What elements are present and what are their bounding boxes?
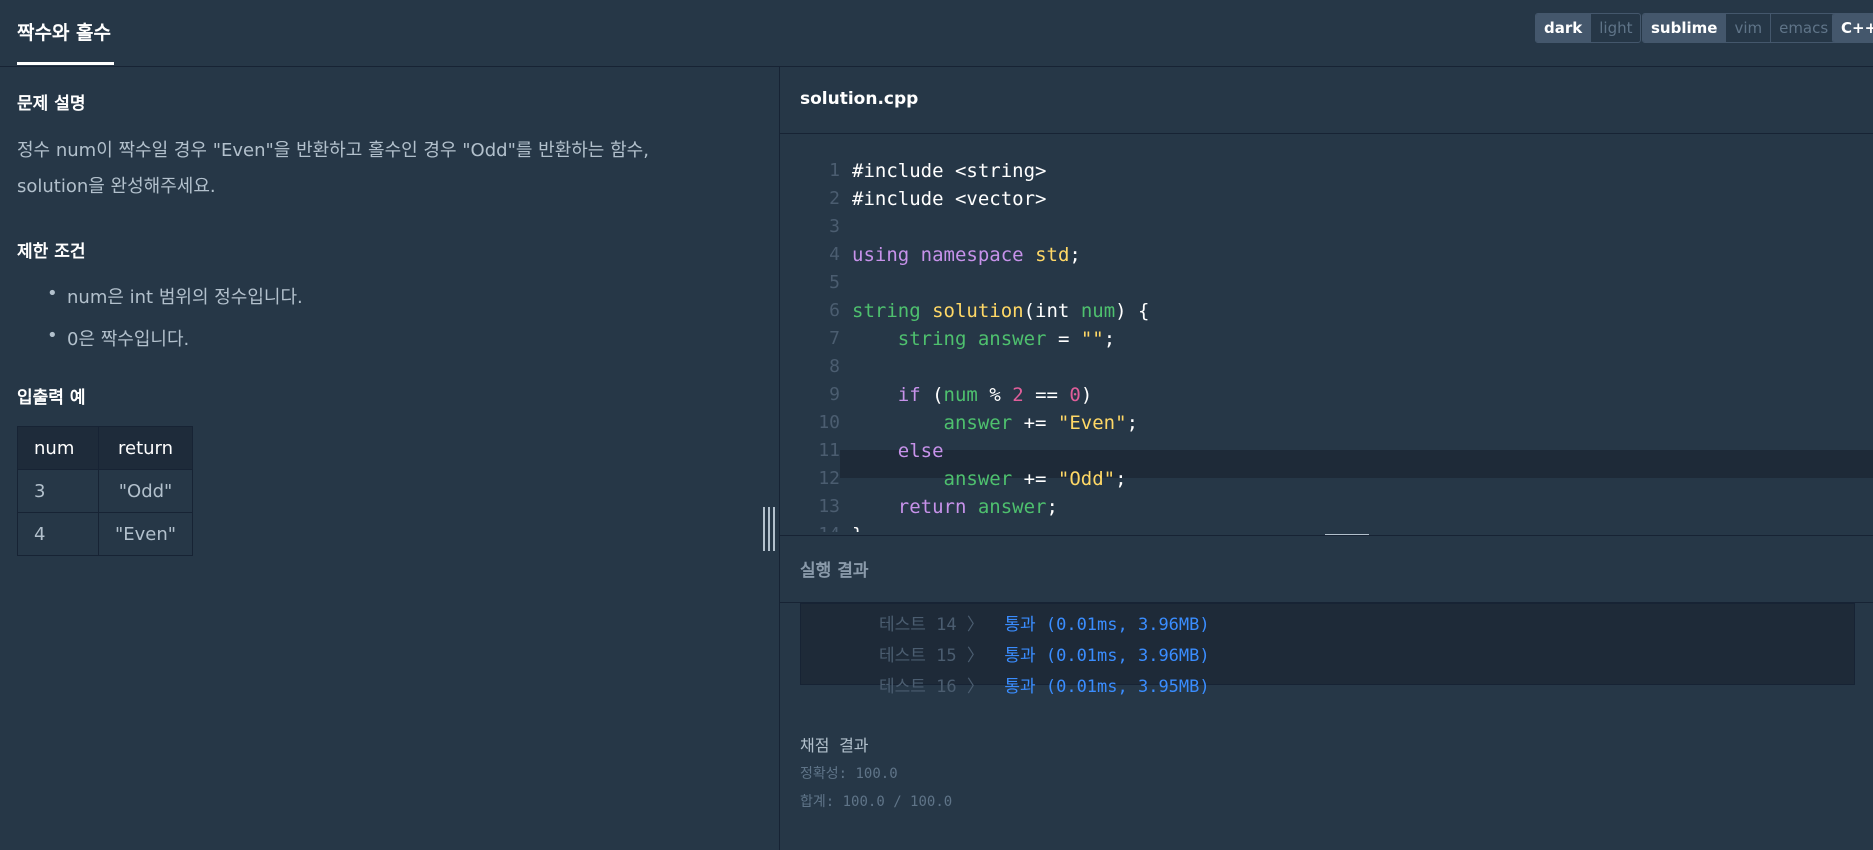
code-line: else [897,440,944,462]
test-value: 통과 (0.01ms, 3.95MB) [1004,677,1210,697]
problem-panel: 문제 설명 정수 num이 짝수일 경우 "Even"을 반환하고 홀수인 경우… [0,67,780,850]
limit-item: num은 int 범위의 정수입니다. [47,283,303,309]
description-line-1: 정수 num이 짝수일 경우 "Even"을 반환하고 홀수인 경우 "Odd"… [17,140,649,161]
table-cell: "Odd" [97,469,194,513]
editor-header: solution.cpp [780,67,1873,134]
code-line: answer += "Even"; [943,412,1139,434]
keymap-emacs-button[interactable]: emacs [1771,14,1836,42]
code-line: using namespace std; [852,244,1081,266]
line-number: 11 [818,440,840,461]
line-number: 10 [818,412,840,433]
keymap-sublime-button[interactable]: sublime [1643,14,1727,42]
test-value: 통과 (0.01ms, 3.96MB) [1004,615,1210,635]
code-line: #include <string> [852,160,1047,182]
code-line: return answer; [897,496,1058,518]
code-editor[interactable]: 1 2 3 4 5 6 7 8 9 10 11 12 13 14 #includ… [780,134,1873,532]
test-results-list: 테스트 14 〉 통과 (0.01ms, 3.96MB) 테스트 15 〉 통과… [800,603,1855,697]
grading-title: 채점 결과 [800,736,869,755]
table-cell: 4 [17,512,99,556]
result-header: 실행 결과 [780,535,1873,603]
table-header-row: num return [17,426,194,470]
total-score: 합계: 100.0 / 100.0 [800,794,953,810]
table-header-return: return [97,426,194,470]
test-label: 테스트 16 〉 [879,677,984,697]
code-line: string solution(int num) { [852,300,1150,322]
line-number: 5 [829,272,840,293]
description-heading: 문제 설명 [17,94,86,114]
top-bar: 짝수와 홀수 dark light sublime vim emacs C++ [0,0,1873,67]
code-line: } [852,524,863,532]
accuracy-score: 정확성: 100.0 [800,766,898,782]
line-number: 14 [800,524,840,532]
table-row: 3 "Odd" [17,469,194,513]
file-name: solution.cpp [800,89,919,109]
line-number: 7 [829,328,840,349]
line-number: 12 [818,468,840,489]
line-number: 4 [829,244,840,265]
code-line: string answer = ""; [897,328,1116,350]
table-row: 4 "Even" [17,512,194,556]
language-select-value[interactable]: C++ [1833,14,1873,42]
test-value: 통과 (0.01ms, 3.96MB) [1004,646,1210,666]
code-panel: solution.cpp 1 2 3 4 5 6 7 8 9 10 11 12 … [780,67,1873,850]
line-number: 8 [829,356,840,377]
code-line: answer += "Odd"; [943,468,1127,490]
description-line-2: solution을 완성해주세요. [17,176,216,197]
test-label: 테스트 15 〉 [879,646,984,666]
keymap-vim-button[interactable]: vim [1726,14,1772,42]
line-number: 9 [829,384,840,405]
line-number: 1 [829,160,840,181]
keymap-toggle: sublime vim emacs [1642,13,1838,43]
table-header-num: num [17,426,99,470]
list-item: 테스트 15 〉 통과 (0.01ms, 3.96MB) [879,641,1210,666]
line-number: 6 [829,300,840,321]
line-number: 13 [818,496,840,517]
vertical-resize-handle[interactable] [763,507,775,551]
code-line: if (num % 2 == 0) [897,384,1093,406]
result-title: 실행 결과 [800,561,869,581]
theme-toggle: dark light [1535,13,1642,43]
examples-heading: 입출력 예 [17,388,86,408]
language-select[interactable]: C++ [1832,13,1873,43]
examples-table: num return 3 "Odd" 4 "Even" [17,426,194,556]
list-item: 테스트 16 〉 통과 (0.01ms, 3.95MB) [879,672,1210,697]
line-number: 3 [829,216,840,237]
line-number: 2 [829,188,840,209]
limit-item: 0은 짝수입니다. [47,325,189,351]
theme-dark-button[interactable]: dark [1536,14,1592,42]
limits-heading: 제한 조건 [17,242,86,262]
theme-light-button[interactable]: light [1591,14,1640,42]
list-item: 테스트 14 〉 통과 (0.01ms, 3.96MB) [879,610,1210,635]
problem-tab[interactable]: 짝수와 홀수 [17,18,111,45]
table-cell: 3 [17,469,99,513]
table-cell: "Even" [97,512,194,556]
active-tab-underline [17,62,114,65]
test-label: 테스트 14 〉 [879,615,984,635]
code-line: #include <vector> [852,188,1047,210]
